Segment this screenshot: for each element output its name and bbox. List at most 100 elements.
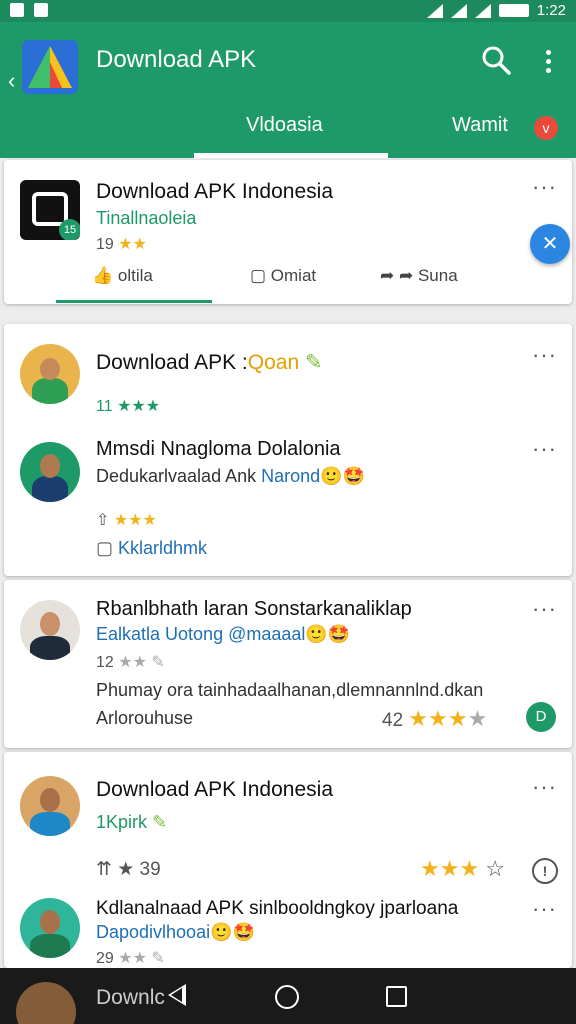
app-rating-count: 19: [96, 236, 114, 253]
more-horiz-icon[interactable]: ···: [532, 174, 557, 200]
verified-icon[interactable]: D: [526, 702, 556, 732]
avatar: [20, 776, 80, 836]
comment-icon: ▢: [250, 266, 267, 285]
post-rating-count: 12: [96, 654, 114, 671]
notification-icon: [10, 3, 24, 17]
post-title: Rbanlbhath laran Sonstarkanaliklap: [96, 598, 412, 620]
post-score: 42 ★★★★: [382, 706, 487, 732]
nav-home-icon[interactable]: [275, 985, 299, 1009]
app-title: Download APK: [96, 46, 257, 73]
leaf-icon: ✎: [152, 812, 168, 832]
post-stat: ⇈ ★ 39: [96, 858, 161, 881]
post-rating: 12 ★★ ✎: [96, 652, 165, 672]
like-label: oltila: [117, 266, 153, 285]
like-icon: ⇈: [96, 859, 112, 880]
tab-badge: v: [534, 116, 558, 140]
emoji-icon: 🙂🤩: [305, 624, 351, 644]
share-label: Suna: [417, 266, 458, 285]
status-time: 1:22: [536, 2, 566, 19]
more-vert-icon[interactable]: [536, 44, 560, 78]
post-title: Download APK Indonesia: [96, 778, 333, 801]
commenter-avatar: [20, 898, 80, 958]
star-icon: ★★: [118, 236, 147, 253]
notification-icons: [10, 3, 48, 17]
alert-icon[interactable]: !: [532, 858, 558, 884]
post-subtitle: 1Kpirk ✎: [96, 812, 167, 833]
star-outline-icon: ☆: [485, 856, 506, 881]
more-horiz-icon[interactable]: ···: [532, 896, 557, 922]
post-subtitle-text: Ealkatla Uotong @maaaal: [96, 624, 306, 644]
emoji-icon: 🙂🤩: [210, 922, 255, 942]
comment-action[interactable]: ▢ Omiat: [250, 266, 316, 286]
tab-vldoasia[interactable]: Vldoasia: [246, 114, 323, 137]
comment-text-body: Dedukarlvaalad Ank: [96, 466, 257, 486]
post-stars[interactable]: ★★★ ☆: [420, 856, 505, 882]
comment-text: Dedukarlvaalad Ank Narond🙂🤩: [96, 466, 365, 487]
signal-icon-2: [474, 3, 491, 18]
star-icon: ★: [117, 859, 135, 880]
close-icon[interactable]: ✕: [530, 224, 570, 264]
tab-wamit[interactable]: Wamit: [452, 114, 508, 137]
more-horiz-icon[interactable]: ···: [532, 774, 557, 800]
more-horiz-icon[interactable]: ···: [532, 342, 557, 368]
post-card-1[interactable]: Download APK :Qoan ✎ 11 ★★★ ··· Mmsdi Nn…: [4, 324, 572, 576]
nav-back-icon[interactable]: [168, 984, 186, 1006]
search-icon[interactable]: [478, 42, 514, 78]
share-icon: ➦ ➦: [380, 266, 414, 285]
nav-recent-icon[interactable]: [386, 986, 407, 1007]
comment-rating: 29 ★★ ✎: [96, 948, 165, 968]
signal-icon: [450, 3, 467, 18]
commenter-name: Mmsdi Nnagloma Dolalonia: [96, 438, 341, 460]
app-icon-badge: 15: [59, 219, 80, 240]
like-action[interactable]: 👍 oltila: [92, 266, 153, 286]
star-icon: ★★★: [117, 398, 161, 415]
tab-indicator: [194, 153, 388, 158]
star-icon: ★★★: [113, 512, 157, 529]
emoji-icon: 🙂🤩: [320, 466, 365, 486]
comment-label: Omiat: [270, 266, 317, 285]
battery-icon: [498, 4, 529, 17]
app-icon: 15: [20, 180, 80, 240]
post-title: Download APK :Qoan ✎: [96, 350, 323, 375]
post-title-tag: Qoan: [247, 351, 300, 374]
app-subtitle: Tinallnaoleia: [96, 208, 197, 228]
app-title: Download APK Indonesia: [96, 180, 333, 203]
more-horiz-icon[interactable]: ···: [532, 596, 557, 622]
action-underline: [56, 300, 212, 303]
comment-text-body: Dapodivlhooai: [96, 922, 211, 942]
app-bar: ‹ Download APK Vldoasia Wamit v: [0, 22, 576, 158]
post-score-value: 42: [382, 710, 404, 731]
star-icon: ★★★: [408, 706, 468, 731]
post-card-2[interactable]: Rbanlbhath laran Sonstarkanaliklap Ealka…: [4, 580, 572, 748]
more-horiz-icon[interactable]: ···: [532, 436, 557, 462]
like-icon: 👍: [92, 266, 114, 285]
app-rating: 19 ★★: [96, 234, 147, 254]
comment-link[interactable]: Narond: [261, 466, 320, 486]
post-subtitle: Ealkatla Uotong @maaaal🙂🤩: [96, 624, 350, 645]
leaf-icon: ✎: [304, 351, 323, 374]
avatar: [20, 600, 80, 660]
back-arrow-icon[interactable]: ‹: [8, 68, 15, 94]
reply-label: Kklarldhmk: [118, 538, 208, 558]
share-action[interactable]: ➦ ➦ Suna: [380, 266, 458, 286]
post-body: Phumay ora tainhadaalhanan,dlemnannlnd.d…: [96, 680, 484, 700]
comment-text: Dapodivlhooai🙂🤩: [96, 922, 255, 943]
app-logo-icon: [22, 40, 78, 94]
reply-action[interactable]: ▢ Kklarldhmk: [96, 538, 207, 559]
peek-title: Downlc: [96, 986, 165, 1009]
app-card[interactable]: 15 Download APK Indonesia Tinallnaoleia …: [4, 160, 572, 304]
star-icon: ★★★: [420, 856, 480, 881]
comment-like[interactable]: ⇧ ★★★: [96, 510, 157, 530]
commenter-avatar: [20, 442, 80, 502]
commenter-name: Kdlanalnaad APK sinlbooldngkoy jparloana: [96, 898, 459, 919]
post-rating: 11 ★★★: [96, 396, 160, 416]
avatar: [16, 982, 76, 1024]
star-icon: ★★ ✎: [118, 654, 165, 671]
post-card-3[interactable]: Download APK Indonesia 1Kpirk ✎ ··· ⇈ ★ …: [4, 752, 572, 968]
image-notification-icon: [34, 3, 48, 17]
like-icon: ⇧: [96, 512, 110, 529]
post-stat-value: 39: [139, 859, 161, 880]
post-rating-count: 11: [96, 398, 113, 415]
post-footer: Arlorouhuse: [96, 708, 194, 728]
post-subtitle-text: 1Kpirk: [96, 812, 148, 832]
